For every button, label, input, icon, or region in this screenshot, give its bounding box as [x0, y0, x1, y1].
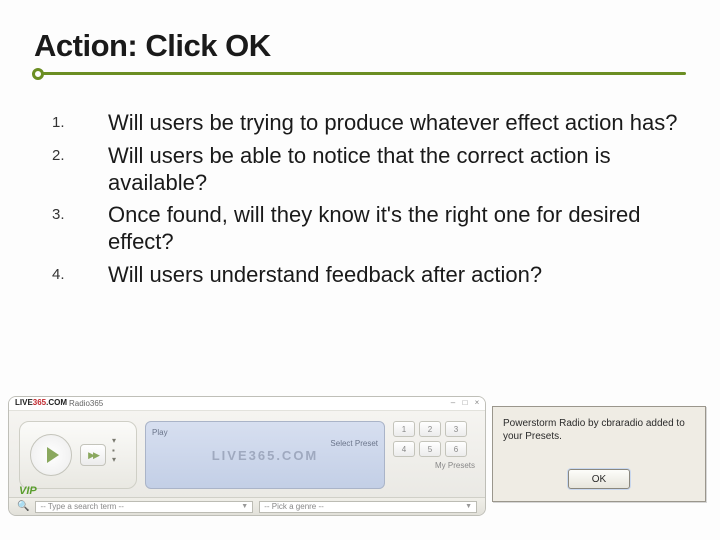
close-icon[interactable]: × [473, 399, 481, 407]
minimize-icon[interactable]: – [449, 399, 457, 407]
question-list: 1. Will users be trying to produce whate… [52, 110, 686, 289]
play-icon [47, 447, 59, 463]
item-text: Will users be trying to produce whatever… [108, 110, 686, 137]
ok-button[interactable]: OK [568, 469, 630, 489]
preset-button[interactable]: 3 [445, 421, 467, 437]
genre-select[interactable]: -- Pick a genre --▼ [259, 501, 477, 513]
app-label: Radio365 [69, 399, 103, 408]
forward-icon: ▶▶ [88, 450, 98, 461]
confirmation-dialog: Powerstorm Radio by cbraradio added to y… [492, 406, 706, 502]
screenshot-row: LIVE365.COM Radio365 – □ × ▶▶ ▾▪▾ Play L… [8, 396, 712, 516]
next-button[interactable]: ▶▶ [80, 444, 106, 466]
item-number: 1. [52, 110, 108, 137]
search-input[interactable]: -- Type a search term --▼ [35, 501, 253, 513]
preset-button[interactable]: 1 [393, 421, 415, 437]
preset-button[interactable]: 4 [393, 441, 415, 457]
slide-title: Action: Click OK [34, 28, 686, 64]
radio-player-window: LIVE365.COM Radio365 – □ × ▶▶ ▾▪▾ Play L… [8, 396, 486, 516]
item-number: 3. [52, 202, 108, 256]
maximize-icon[interactable]: □ [461, 399, 469, 407]
item-text: Will users understand feedback after act… [108, 262, 686, 289]
preset-grid: 1 2 3 4 5 6 My Presets [393, 421, 475, 470]
player-display: Play LIVE365.COM Select Preset [145, 421, 385, 489]
search-icon[interactable]: 🔍 [17, 501, 29, 512]
vip-badge: VIP [19, 485, 37, 497]
item-text: Will users be able to notice that the co… [108, 143, 686, 197]
player-titlebar: LIVE365.COM Radio365 – □ × [9, 397, 485, 411]
play-button[interactable] [30, 434, 72, 476]
volume-icon: ▾▪▾ [112, 436, 116, 465]
item-number: 4. [52, 262, 108, 289]
display-watermark: LIVE365.COM [212, 448, 319, 463]
preset-button[interactable]: 5 [419, 441, 441, 457]
title-area: Action: Click OK [34, 28, 686, 82]
list-item: 2. Will users be able to notice that the… [52, 143, 686, 197]
preset-button[interactable]: 2 [419, 421, 441, 437]
item-text: Once found, will they know it's the righ… [108, 202, 686, 256]
list-item: 4. Will users understand feedback after … [52, 262, 686, 289]
title-underline [34, 68, 686, 82]
brand-logo: LIVE365.COM [15, 398, 67, 407]
select-preset-label: Select Preset [330, 440, 378, 449]
list-item: 3. Once found, will they know it's the r… [52, 202, 686, 256]
dialog-message: Powerstorm Radio by cbraradio added to y… [503, 417, 695, 443]
preset-button[interactable]: 6 [445, 441, 467, 457]
player-bottom-bar: 🔍 -- Type a search term --▼ -- Pick a ge… [9, 497, 485, 515]
chevron-down-icon: ▼ [241, 503, 248, 510]
playback-controls: ▶▶ ▾▪▾ [19, 421, 137, 489]
list-item: 1. Will users be trying to produce whate… [52, 110, 686, 137]
item-number: 2. [52, 143, 108, 197]
my-presets-label[interactable]: My Presets [393, 461, 475, 470]
play-label: Play [152, 428, 168, 437]
chevron-down-icon: ▼ [465, 503, 472, 510]
